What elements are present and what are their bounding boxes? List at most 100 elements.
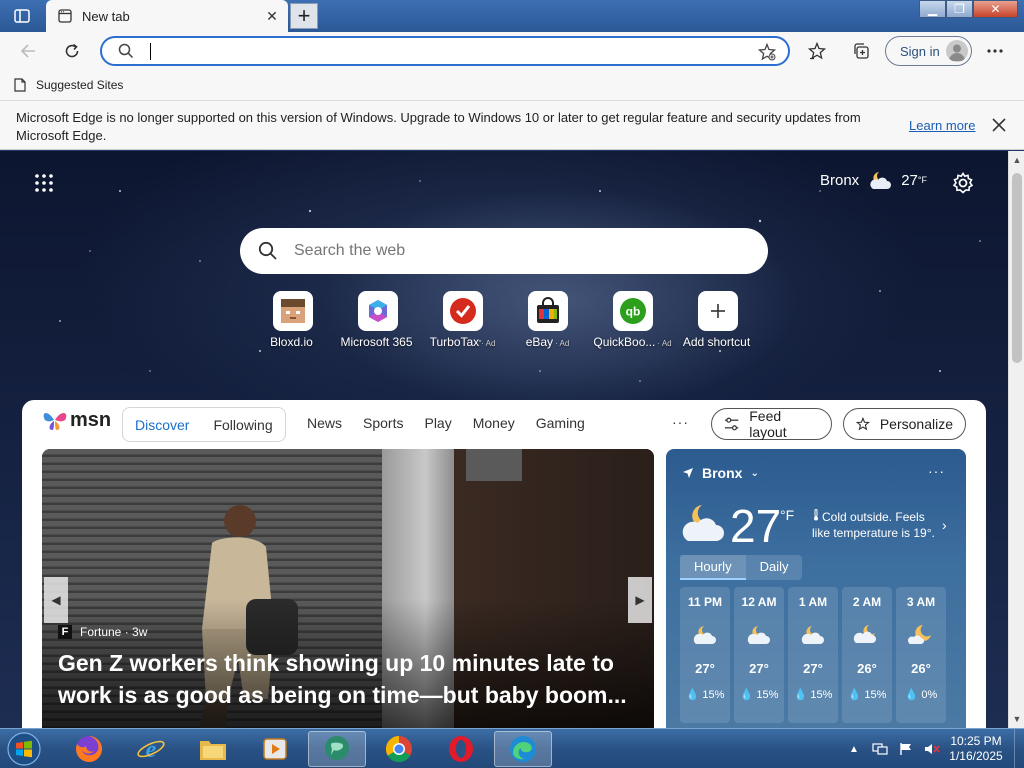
learn-more-link[interactable]: Learn more	[909, 118, 975, 133]
add-shortcut-button[interactable]: Add shortcut	[675, 291, 760, 349]
carousel-next-arrow[interactable]: ▶	[628, 577, 652, 623]
turbotax-icon	[442, 291, 483, 331]
favorite-star-add-icon[interactable]	[758, 43, 776, 61]
firefox-icon	[76, 736, 102, 762]
msn-wordmark: msn	[70, 408, 112, 431]
header-weather-unit: °F	[917, 175, 927, 185]
taskbar-chrome[interactable]	[370, 731, 428, 767]
collections-icon[interactable]	[850, 40, 872, 62]
carousel-prev-arrow[interactable]: ◀	[44, 577, 68, 623]
taskbar-edge[interactable]	[494, 731, 552, 767]
search-icon	[258, 241, 277, 260]
sign-in-label: Sign in	[900, 43, 940, 59]
network-icon[interactable]	[871, 741, 889, 757]
shortcuts-row: Bloxd.io Microsoft 365 TurboTax · Ad eBay…	[250, 291, 760, 349]
taskbar-clock[interactable]: 10:25 PM 1/16/2025	[940, 734, 1012, 764]
weather-temp: 27	[730, 500, 782, 552]
tab-following[interactable]: Following	[201, 417, 284, 433]
close-window-button[interactable]: ✕	[973, 0, 1018, 18]
personalize-button[interactable]: Personalize	[843, 408, 966, 440]
weather-card[interactable]: Bronx ⌄ ··· 27 °F Cold outside. Feels li…	[666, 449, 966, 728]
shortcut-ebay[interactable]: eBay · Ad	[505, 291, 590, 349]
tab-actions-icon[interactable]	[10, 6, 34, 26]
maximize-button[interactable]: ❐	[946, 0, 973, 18]
web-search-box[interactable]	[240, 228, 768, 274]
start-button[interactable]	[4, 730, 44, 768]
media-player-icon	[263, 738, 287, 760]
suggested-sites-link[interactable]: Suggested Sites	[36, 78, 123, 92]
new-tab-button[interactable]: +	[290, 3, 318, 29]
sign-in-button[interactable]: Sign in	[885, 36, 972, 66]
settings-more-icon[interactable]	[984, 40, 1006, 62]
tab-new-tab[interactable]: New tab ✕	[46, 0, 288, 32]
page-scrollbar[interactable]: ▲ ▼	[1008, 151, 1024, 728]
fortune-logo-icon: F	[58, 625, 72, 639]
hero-source-name: Fortune	[80, 625, 122, 639]
nav-play[interactable]: Play	[424, 415, 451, 431]
ebay-icon	[527, 291, 568, 331]
plus-icon	[697, 291, 738, 331]
shortcut-quickbooks[interactable]: qb QuickBoo... · Ad	[590, 291, 675, 349]
show-hidden-icons[interactable]: ▲	[845, 741, 863, 757]
browser-toolbar: Sign in	[0, 32, 1024, 70]
clock-date: 1/16/2025	[949, 749, 1003, 763]
scroll-up-arrow[interactable]: ▲	[1012, 155, 1022, 165]
show-desktop-button[interactable]	[1014, 729, 1024, 768]
volume-muted-icon[interactable]	[923, 741, 941, 757]
back-icon[interactable]	[16, 40, 40, 62]
tab-close-icon[interactable]: ✕	[264, 8, 280, 25]
unsupported-os-infobar: Microsoft Edge is no longer supported on…	[0, 100, 1024, 150]
weather-location-selector[interactable]: Bronx ⌄	[682, 465, 759, 481]
scroll-down-arrow[interactable]: ▼	[1012, 714, 1022, 724]
partly-cloudy-night-icon	[801, 626, 824, 644]
partly-cloudy-night-icon	[870, 172, 892, 189]
scroll-thumb[interactable]	[1012, 173, 1022, 363]
address-bar[interactable]	[100, 36, 790, 66]
address-input[interactable]	[148, 42, 708, 62]
shortcut-microsoft-365[interactable]: Microsoft 365	[335, 291, 420, 349]
taskbar-file-explorer[interactable]	[184, 731, 242, 767]
windows-logo-icon	[7, 732, 41, 766]
shortcut-label: QuickBoo...	[593, 335, 656, 349]
refresh-icon[interactable]	[60, 40, 84, 62]
weather-unit: °F	[780, 507, 795, 523]
personalize-label: Personalize	[879, 416, 953, 432]
action-center-flag-icon[interactable]	[897, 741, 915, 757]
weather-summary: Cold outside. Feels like temperature is …	[812, 509, 935, 540]
favorites-icon[interactable]	[806, 40, 828, 62]
header-weather[interactable]: Bronx 27 °F	[820, 169, 927, 191]
nav-gaming[interactable]: Gaming	[536, 415, 585, 431]
tab-hourly[interactable]: Hourly	[680, 555, 746, 580]
clock-time: 10:25 PM	[950, 734, 1002, 748]
infobar-close-icon[interactable]	[990, 116, 1008, 134]
nav-sports[interactable]: Sports	[363, 415, 403, 431]
system-tray: ▲	[845, 729, 949, 768]
header-weather-temp: 27	[901, 171, 918, 189]
chevron-right-icon[interactable]: ›	[942, 517, 947, 533]
taskbar-media-player[interactable]	[246, 731, 304, 767]
apps-launcher-icon[interactable]	[34, 173, 54, 193]
weather-more-icon[interactable]: ···	[928, 463, 945, 479]
partly-cloudy-night-icon	[682, 505, 724, 541]
web-search-input[interactable]	[294, 242, 734, 260]
shortcut-bloxd[interactable]: Bloxd.io	[250, 291, 335, 349]
feed-layout-button[interactable]: Feed layout	[711, 408, 832, 440]
taskbar-firefox[interactable]	[60, 731, 118, 767]
tab-discover[interactable]: Discover	[123, 417, 201, 433]
shortcut-turbotax[interactable]: TurboTax · Ad	[420, 291, 505, 349]
tab-daily[interactable]: Daily	[746, 555, 803, 580]
hero-image-vent	[466, 449, 522, 481]
nav-news[interactable]: News	[307, 415, 342, 431]
nav-money[interactable]: Money	[473, 415, 515, 431]
feed-more-icon[interactable]: ···	[672, 414, 689, 430]
taskbar-opera[interactable]	[432, 731, 490, 767]
hero-story-card[interactable]: ◀ ▶ F Fortune · 3w Gen Z workers think s…	[42, 449, 654, 728]
new-tab-page-icon	[58, 9, 72, 23]
taskbar-app-pinned[interactable]	[308, 731, 366, 767]
page-settings-gear-icon[interactable]	[952, 172, 974, 194]
hero-source: F Fortune · 3w	[58, 625, 147, 639]
taskbar-internet-explorer[interactable]: e	[122, 731, 180, 767]
hero-headline[interactable]: Gen Z workers think showing up 10 minute…	[58, 647, 638, 711]
minimize-button[interactable]: ▁	[919, 0, 946, 18]
msn-logo[interactable]: msn	[42, 408, 111, 432]
